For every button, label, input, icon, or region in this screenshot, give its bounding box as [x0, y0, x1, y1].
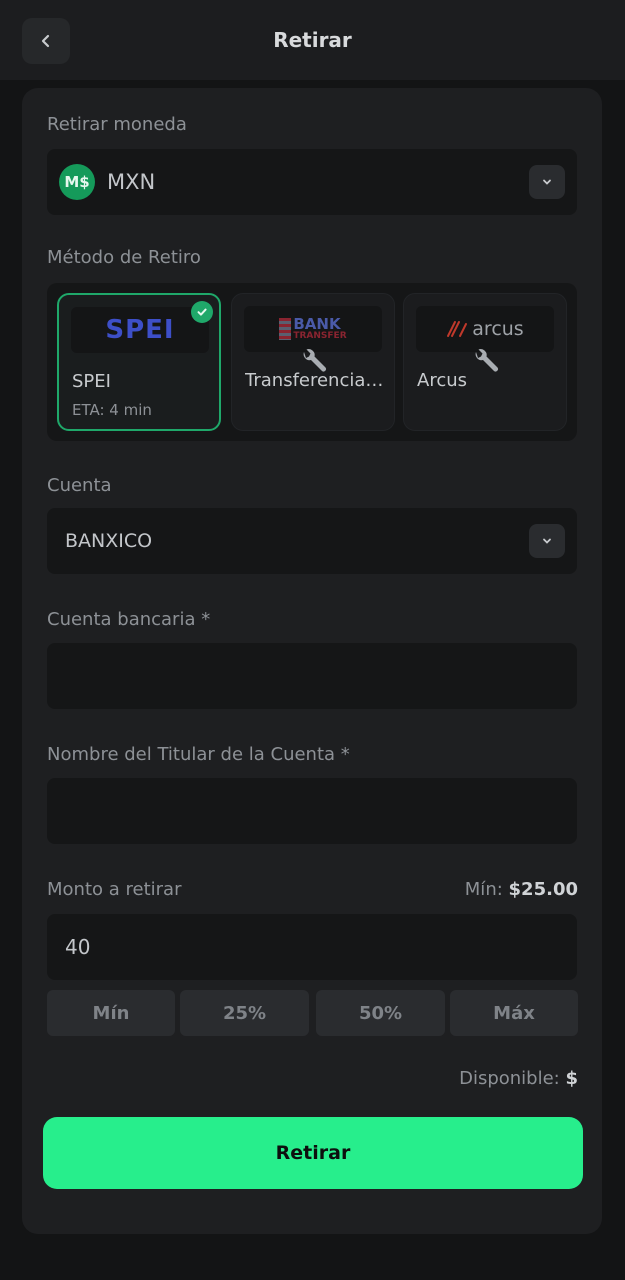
chevron-down-icon — [543, 538, 551, 544]
method-name: Arcus — [417, 370, 468, 391]
mxn-coin-icon: M$ — [59, 164, 95, 200]
bank-account-label: Cuenta bancaria * — [47, 609, 211, 630]
method-list: SPEI SPEI ETA: 4 min BANK TRANSFER Trans… — [47, 283, 577, 441]
method-eta: ETA: 4 min — [72, 401, 152, 419]
arcus-logo: arcus — [416, 306, 554, 352]
amount-input[interactable]: 40 — [47, 914, 577, 980]
currency-dropdown-button[interactable] — [529, 165, 565, 199]
page-title: Retirar — [273, 28, 352, 52]
chevron-down-icon — [543, 179, 551, 185]
currency-label: Retirar moneda — [47, 114, 187, 135]
method-option-spei[interactable]: SPEI SPEI ETA: 4 min — [57, 293, 221, 431]
amount-value: 40 — [65, 935, 91, 959]
currency-value: MXN — [107, 170, 156, 194]
method-option-arcus[interactable]: arcus Arcus — [403, 293, 567, 431]
quick-50-button[interactable]: 50% — [316, 990, 445, 1036]
bank-transfer-logo: BANK TRANSFER — [244, 306, 382, 352]
account-select[interactable]: BANXICO — [47, 508, 577, 574]
holder-name-label: Nombre del Titular de la Cuenta * — [47, 744, 350, 765]
method-label: Método de Retiro — [47, 247, 201, 268]
chevron-left-icon — [41, 34, 50, 48]
bank-account-input[interactable] — [47, 643, 577, 709]
quick-25-button[interactable]: 25% — [180, 990, 309, 1036]
account-label: Cuenta — [47, 475, 112, 496]
quick-min-button[interactable]: Mín — [47, 990, 175, 1036]
amount-label: Monto a retirar — [47, 879, 182, 900]
holder-name-input[interactable] — [47, 778, 577, 844]
check-icon — [191, 301, 213, 323]
method-name: Transferencia Bancaria — [245, 370, 385, 391]
withdraw-button[interactable]: Retirar — [43, 1117, 583, 1189]
account-value: BANXICO — [65, 530, 153, 552]
method-option-bank-transfer[interactable]: BANK TRANSFER Transferencia Bancaria — [231, 293, 395, 431]
quick-max-button[interactable]: Máx — [450, 990, 578, 1036]
back-button[interactable] — [22, 18, 70, 64]
withdraw-form: Retirar moneda M$ MXN Método de Retiro S… — [22, 88, 602, 1234]
top-bar: Retirar — [0, 0, 625, 80]
account-dropdown-button[interactable] — [529, 524, 565, 558]
available-balance: Disponible: $ — [459, 1068, 578, 1089]
min-amount: Mín: $25.00 — [464, 879, 578, 900]
method-name: SPEI — [72, 371, 111, 392]
currency-select[interactable]: M$ MXN — [47, 149, 577, 215]
spei-logo: SPEI — [71, 307, 209, 353]
